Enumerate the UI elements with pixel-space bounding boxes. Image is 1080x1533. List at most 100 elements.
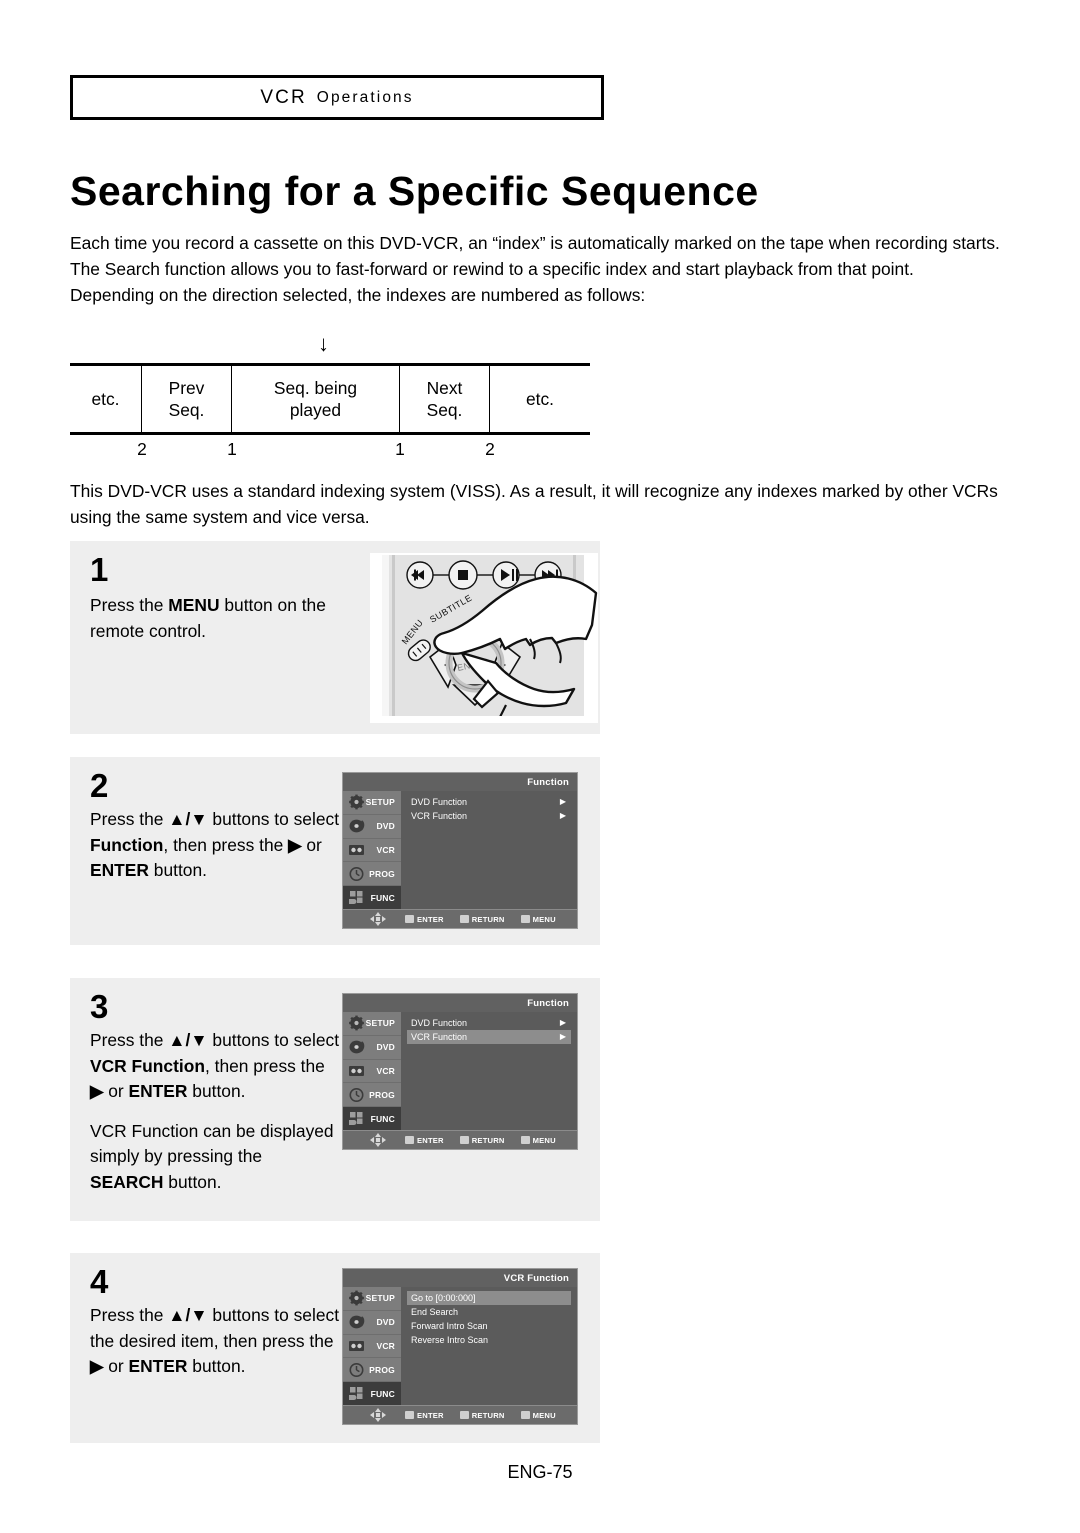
- osd-sidebar-label: VCR: [376, 1065, 395, 1076]
- osd-sidebar-item-dvd[interactable]: DVD: [343, 815, 401, 839]
- enter-emphasis: ENTER: [128, 1356, 188, 1376]
- step-text-part: Press the: [90, 1030, 169, 1050]
- clock-icon: [347, 1087, 365, 1103]
- osd-menu-item-label: VCR Function: [411, 1032, 468, 1042]
- chevron-right-icon: ▶: [559, 811, 566, 820]
- step-instruction-4: Press the ▲/▼ buttons to select the desi…: [90, 1303, 340, 1380]
- cassette-icon: [347, 1063, 365, 1079]
- osd-sidebar-item-dvd[interactable]: DVD: [343, 1311, 401, 1335]
- menu-key-icon: [520, 1411, 530, 1419]
- osd-titlebar: VCR Function: [343, 1269, 577, 1287]
- osd-menu-item-vcr-function[interactable]: VCR Function ▶: [407, 1030, 571, 1044]
- step-text-part: or: [103, 1356, 129, 1376]
- osd-menu-item-label: VCR Function: [411, 811, 468, 821]
- dpad-icon: [367, 1133, 389, 1147]
- blocks-icon: [347, 890, 365, 906]
- osd-menu-item-reverse-intro-scan[interactable]: Reverse Intro Scan: [407, 1333, 571, 1347]
- osd-sidebar-item-prog[interactable]: PROG: [343, 1083, 401, 1108]
- gear-icon: [347, 1015, 365, 1031]
- osd-hint-enter: ENTER: [405, 915, 444, 924]
- osd-sidebar-item-func[interactable]: FUNC: [343, 886, 401, 909]
- osd-hint-enter: ENTER: [405, 1411, 444, 1420]
- sequence-cell-label: Seq. being played: [274, 377, 357, 421]
- osd-menu-item-label: DVD Function: [411, 1018, 468, 1028]
- vcr-function-emphasis: VCR Function: [90, 1055, 205, 1076]
- osd-hint-label: RETURN: [471, 1135, 505, 1145]
- sequence-cell-line1: Seq. being: [273, 378, 358, 398]
- sequence-index-number: 1: [227, 439, 237, 459]
- return-key-icon: [459, 1411, 469, 1419]
- step-block-3: 3 Press the ▲/▼ buttons to select VCR Fu…: [70, 978, 600, 1221]
- step-text-part: Press the: [90, 595, 169, 615]
- sequence-index-number: 2: [137, 439, 147, 459]
- remote-control-illustration: MENU SUBTITLE: [370, 553, 598, 723]
- sequence-cell-label: Prev Seq.: [169, 377, 205, 421]
- osd-sidebar-item-vcr[interactable]: VCR: [343, 1060, 401, 1084]
- sequence-cell-label: etc.: [91, 389, 120, 409]
- osd-menu-item-dvd-function[interactable]: DVD Function ▶: [407, 1016, 571, 1030]
- disc-icon: [347, 818, 365, 834]
- osd-sidebar-label: FUNC: [370, 1113, 395, 1124]
- right-arrow-glyph: ▶: [90, 1081, 104, 1101]
- sequence-cell-prev-seq: Prev Seq.: [142, 366, 232, 432]
- osd-menu-item-go-to[interactable]: Go to [0:00:000]: [407, 1291, 571, 1305]
- step-text-part: or: [301, 834, 322, 855]
- osd-sidebar-item-func[interactable]: FUNC: [343, 1382, 401, 1405]
- step-block-4: 4 Press the ▲/▼ buttons to select the de…: [70, 1253, 600, 1443]
- sequence-cell-etc-right: etc.: [490, 366, 590, 432]
- step-text-part: buttons to select: [207, 809, 340, 829]
- enter-emphasis: ENTER: [128, 1081, 188, 1101]
- step-text-part: , then press the: [204, 1055, 325, 1076]
- remote-control-svg: MENU SUBTITLE: [370, 553, 598, 723]
- osd-menu-item-label: DVD Function: [411, 797, 468, 807]
- osd-screen-function-menu-selected: Function SETUP DVD VCR PROG FUNC DVD Fun…: [342, 993, 578, 1150]
- osd-sidebar-label: DVD: [376, 821, 395, 832]
- cassette-icon: [347, 1338, 365, 1354]
- osd-menu-item-dvd-function[interactable]: DVD Function ▶: [407, 795, 571, 809]
- osd-menu-item-forward-intro-scan[interactable]: Forward Intro Scan: [407, 1319, 571, 1333]
- step-instruction-3: Press the ▲/▼ buttons to select VCR Func…: [90, 1028, 340, 1195]
- sequence-cell-label: etc.: [525, 389, 555, 409]
- osd-sidebar-label: SETUP: [365, 797, 395, 808]
- osd-titlebar: Function: [343, 994, 577, 1012]
- osd-sidebar-item-setup[interactable]: SETUP: [343, 791, 401, 815]
- sequence-cell-label: Next Seq.: [427, 377, 463, 421]
- step-text-part: or: [103, 1081, 129, 1101]
- osd-hint-enter: ENTER: [405, 1136, 444, 1145]
- osd-sidebar-item-dvd[interactable]: DVD: [343, 1036, 401, 1060]
- step-block-1: 1 Press the MENU button on the remote co…: [70, 541, 600, 734]
- osd-sidebar-item-func[interactable]: FUNC: [343, 1107, 401, 1130]
- sequence-cell-line2: Seq.: [168, 400, 205, 420]
- osd-sidebar-item-prog[interactable]: PROG: [343, 862, 401, 887]
- osd-sidebar-label: VCR: [376, 1340, 395, 1351]
- osd-title: Function: [527, 997, 569, 1009]
- osd-hint-label: RETURN: [471, 1410, 505, 1420]
- osd-sidebar-label: PROG: [369, 868, 395, 879]
- osd-menu-item-vcr-function[interactable]: VCR Function ▶: [407, 809, 571, 823]
- osd-footer-hints: ENTER RETURN MENU: [343, 1130, 577, 1149]
- osd-hint-return: RETURN: [459, 914, 505, 924]
- osd-screen-vcr-function: VCR Function SETUP DVD VCR PROG FUNC Go …: [342, 1268, 578, 1425]
- updown-arrows-glyph: ▲/▼: [168, 1305, 208, 1325]
- enter-key-icon: [405, 915, 414, 923]
- chevron-right-icon: ▶: [559, 797, 566, 806]
- page-title: Searching for a Specific Sequence: [70, 168, 759, 214]
- osd-sidebar-item-prog[interactable]: PROG: [343, 1358, 401, 1383]
- osd-menu-item-end-search[interactable]: End Search: [407, 1305, 571, 1319]
- osd-sidebar-item-setup[interactable]: SETUP: [343, 1012, 401, 1036]
- sequence-cell-next-seq: Next Seq.: [400, 366, 490, 432]
- osd-hint-label: MENU: [532, 1135, 556, 1145]
- step-instruction-2: Press the ▲/▼ buttons to select Function…: [90, 807, 340, 884]
- clock-icon: [347, 866, 365, 882]
- running-header-subtitle: Operations: [316, 88, 414, 106]
- osd-sidebar-item-vcr[interactable]: VCR: [343, 1335, 401, 1359]
- osd-footer-hints: ENTER RETURN MENU: [343, 909, 577, 928]
- osd-hint-label: RETURN: [471, 914, 505, 924]
- osd-sidebar-item-vcr[interactable]: VCR: [343, 839, 401, 863]
- osd-sidebar-item-setup[interactable]: SETUP: [343, 1287, 401, 1311]
- running-header-main: VCR: [260, 86, 307, 108]
- osd-hint-label: MENU: [532, 1410, 556, 1420]
- step-instruction-1: Press the MENU button on the remote cont…: [90, 593, 360, 644]
- disc-icon: [347, 1039, 365, 1055]
- chevron-right-icon: ▶: [559, 1018, 566, 1027]
